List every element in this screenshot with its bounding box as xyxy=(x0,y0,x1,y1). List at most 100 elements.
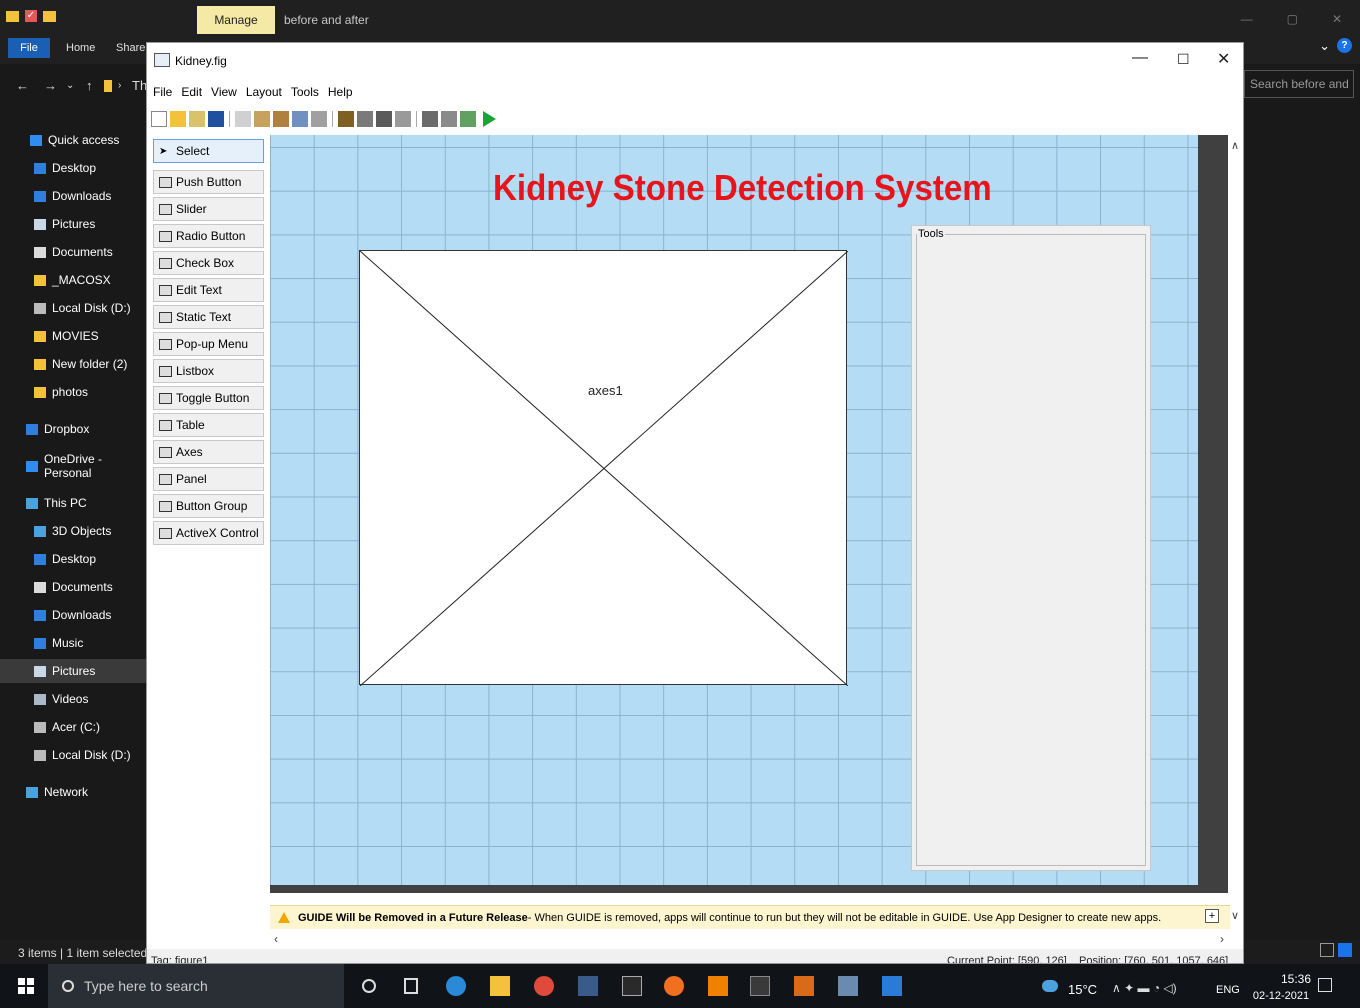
sidebar-item[interactable]: Documents xyxy=(0,575,148,599)
palette-listbox[interactable]: Listbox xyxy=(153,359,264,383)
toolbar-editor-icon[interactable] xyxy=(395,111,411,127)
sidebar-item[interactable]: _MACOSX xyxy=(0,268,148,292)
new-folder-icon[interactable] xyxy=(43,10,56,22)
clock-time[interactable]: 15:36 xyxy=(1266,972,1326,986)
minimize-icon[interactable]: — xyxy=(1241,12,1253,26)
palette-edit-text[interactable]: Edit Text xyxy=(153,278,264,302)
sidebar-item[interactable]: New folder (2) xyxy=(0,352,148,376)
mysql-icon[interactable] xyxy=(578,976,598,996)
windows-start-icon[interactable] xyxy=(18,978,34,994)
close-icon[interactable]: ✕ xyxy=(1217,49,1230,69)
redo-icon[interactable] xyxy=(311,111,327,127)
ribbon-tab-share[interactable]: Share xyxy=(116,42,145,54)
menu-file[interactable]: File xyxy=(153,81,172,103)
weather-icon[interactable] xyxy=(1042,980,1058,992)
breadcrumb[interactable]: Th xyxy=(132,78,147,93)
new-file-icon[interactable] xyxy=(151,111,167,127)
minimize-icon[interactable]: — xyxy=(1132,49,1148,67)
sidebar-item[interactable]: Music xyxy=(0,631,148,655)
palette-toggle-button[interactable]: Toggle Button xyxy=(153,386,264,410)
quick-access-toolbar[interactable]: ✓ xyxy=(6,10,56,22)
expand-icon[interactable]: + xyxy=(1205,909,1219,923)
sidebar-item[interactable]: Desktop xyxy=(0,156,148,180)
language-indicator[interactable]: ENG xyxy=(1216,984,1240,996)
sidebar-item[interactable]: Downloads xyxy=(0,603,148,627)
terminal-icon[interactable] xyxy=(622,976,642,996)
save-icon[interactable] xyxy=(208,111,224,127)
ribbon-tab-file[interactable]: File xyxy=(8,38,50,58)
tray-icons[interactable]: ∧ ✦ ▬ ◔ ◁) xyxy=(1112,981,1177,995)
palette-slider[interactable]: Slider xyxy=(153,197,264,221)
menu-editor-icon[interactable] xyxy=(357,111,373,127)
run-figure-icon[interactable] xyxy=(483,111,496,127)
sidebar-item[interactable]: Local Disk (D:) xyxy=(0,743,148,767)
sidebar-item[interactable]: Quick access xyxy=(0,128,148,152)
sidebar-item[interactable]: This PC xyxy=(0,491,148,515)
scroll-up-icon[interactable]: ∧ xyxy=(1231,139,1239,152)
palette-popup-menu[interactable]: Pop-up Menu xyxy=(153,332,264,356)
clock-date[interactable]: 02-12-2021 xyxy=(1248,990,1314,1002)
maximize-icon[interactable]: ▢ xyxy=(1287,12,1298,26)
task-view-icon[interactable] xyxy=(404,978,418,994)
object-browser-icon[interactable] xyxy=(460,111,476,127)
palette-activex[interactable]: ActiveX Control xyxy=(153,521,264,545)
editor-icon[interactable] xyxy=(422,111,438,127)
undo-icon[interactable] xyxy=(292,111,308,127)
property-inspector-icon[interactable] xyxy=(441,111,457,127)
notion-icon[interactable] xyxy=(750,976,770,996)
details-view-icon[interactable] xyxy=(1320,943,1334,957)
sidebar-item[interactable]: Pictures xyxy=(0,212,148,236)
vertical-scrollbar[interactable] xyxy=(1228,135,1243,893)
paste-icon[interactable] xyxy=(273,111,289,127)
palette-button-group[interactable]: Button Group xyxy=(153,494,264,518)
sidebar-item[interactable]: Desktop xyxy=(0,547,148,571)
sidebar-item[interactable]: photos xyxy=(0,380,148,404)
manage-tab[interactable]: Manage xyxy=(197,6,275,34)
sidebar-item[interactable]: MOVIES xyxy=(0,324,148,348)
sidebar-item[interactable]: OneDrive - Personal xyxy=(0,452,148,480)
cut-icon[interactable] xyxy=(235,111,251,127)
scroll-down-icon[interactable]: ∨ xyxy=(1231,909,1239,922)
palette-axes[interactable]: Axes xyxy=(153,440,264,464)
sidebar-item[interactable]: 3D Objects xyxy=(0,519,148,543)
align-objects-icon[interactable] xyxy=(338,111,354,127)
view-toggles[interactable] xyxy=(1320,943,1352,957)
close-icon[interactable]: ✕ xyxy=(1332,12,1342,26)
forward-arrow-icon[interactable]: → xyxy=(44,78,57,93)
explorer-search-input[interactable]: Search before and ... xyxy=(1244,70,1354,98)
ribbon-expand-icon[interactable]: ⌄ xyxy=(1319,38,1330,54)
palette-static-text[interactable]: Static Text xyxy=(153,305,264,329)
edge-icon[interactable] xyxy=(446,976,466,996)
firefox-icon[interactable] xyxy=(664,976,684,996)
palette-table[interactable]: Table xyxy=(153,413,264,437)
menu-edit[interactable]: Edit xyxy=(181,81,202,103)
properties-icon[interactable]: ✓ xyxy=(25,10,37,22)
sidebar-item[interactable]: Acer (C:) xyxy=(0,715,148,739)
temperature[interactable]: 15°C xyxy=(1068,982,1097,997)
sidebar-item[interactable]: Pictures xyxy=(0,659,148,683)
file-explorer-icon[interactable] xyxy=(490,976,510,996)
sidebar-item[interactable]: Documents xyxy=(0,240,148,264)
up-arrow-icon[interactable]: ↑ xyxy=(86,78,93,93)
sidebar-item[interactable]: Downloads xyxy=(0,184,148,208)
tools-panel[interactable]: Tools xyxy=(911,225,1151,871)
matlab-icon[interactable] xyxy=(794,976,814,996)
sidebar-item[interactable]: Network xyxy=(0,780,148,804)
menu-layout[interactable]: Layout xyxy=(246,81,282,103)
explorer-window-controls[interactable]: — ▢ ✕ xyxy=(1241,12,1342,26)
photos-icon[interactable] xyxy=(882,976,902,996)
menu-help[interactable]: Help xyxy=(328,81,353,103)
notification-icon[interactable] xyxy=(1318,978,1332,992)
taskbar-search[interactable]: Type here to search xyxy=(48,964,344,1008)
edit-icon[interactable] xyxy=(189,111,205,127)
sidebar-item[interactable]: Videos xyxy=(0,687,148,711)
palette-panel[interactable]: Panel xyxy=(153,467,264,491)
figure-title-text[interactable]: Kidney Stone Detection System xyxy=(493,167,992,209)
back-arrow-icon[interactable]: ← xyxy=(16,78,29,93)
menu-tools[interactable]: Tools xyxy=(291,81,319,103)
app-icon[interactable] xyxy=(838,976,858,996)
maximize-icon[interactable]: ☐ xyxy=(1177,51,1190,68)
sidebar-item[interactable]: Local Disk (D:) xyxy=(0,296,148,320)
recent-chevron-icon[interactable]: ⌄ xyxy=(66,80,74,91)
axes1-component[interactable]: axes1 xyxy=(359,250,848,686)
